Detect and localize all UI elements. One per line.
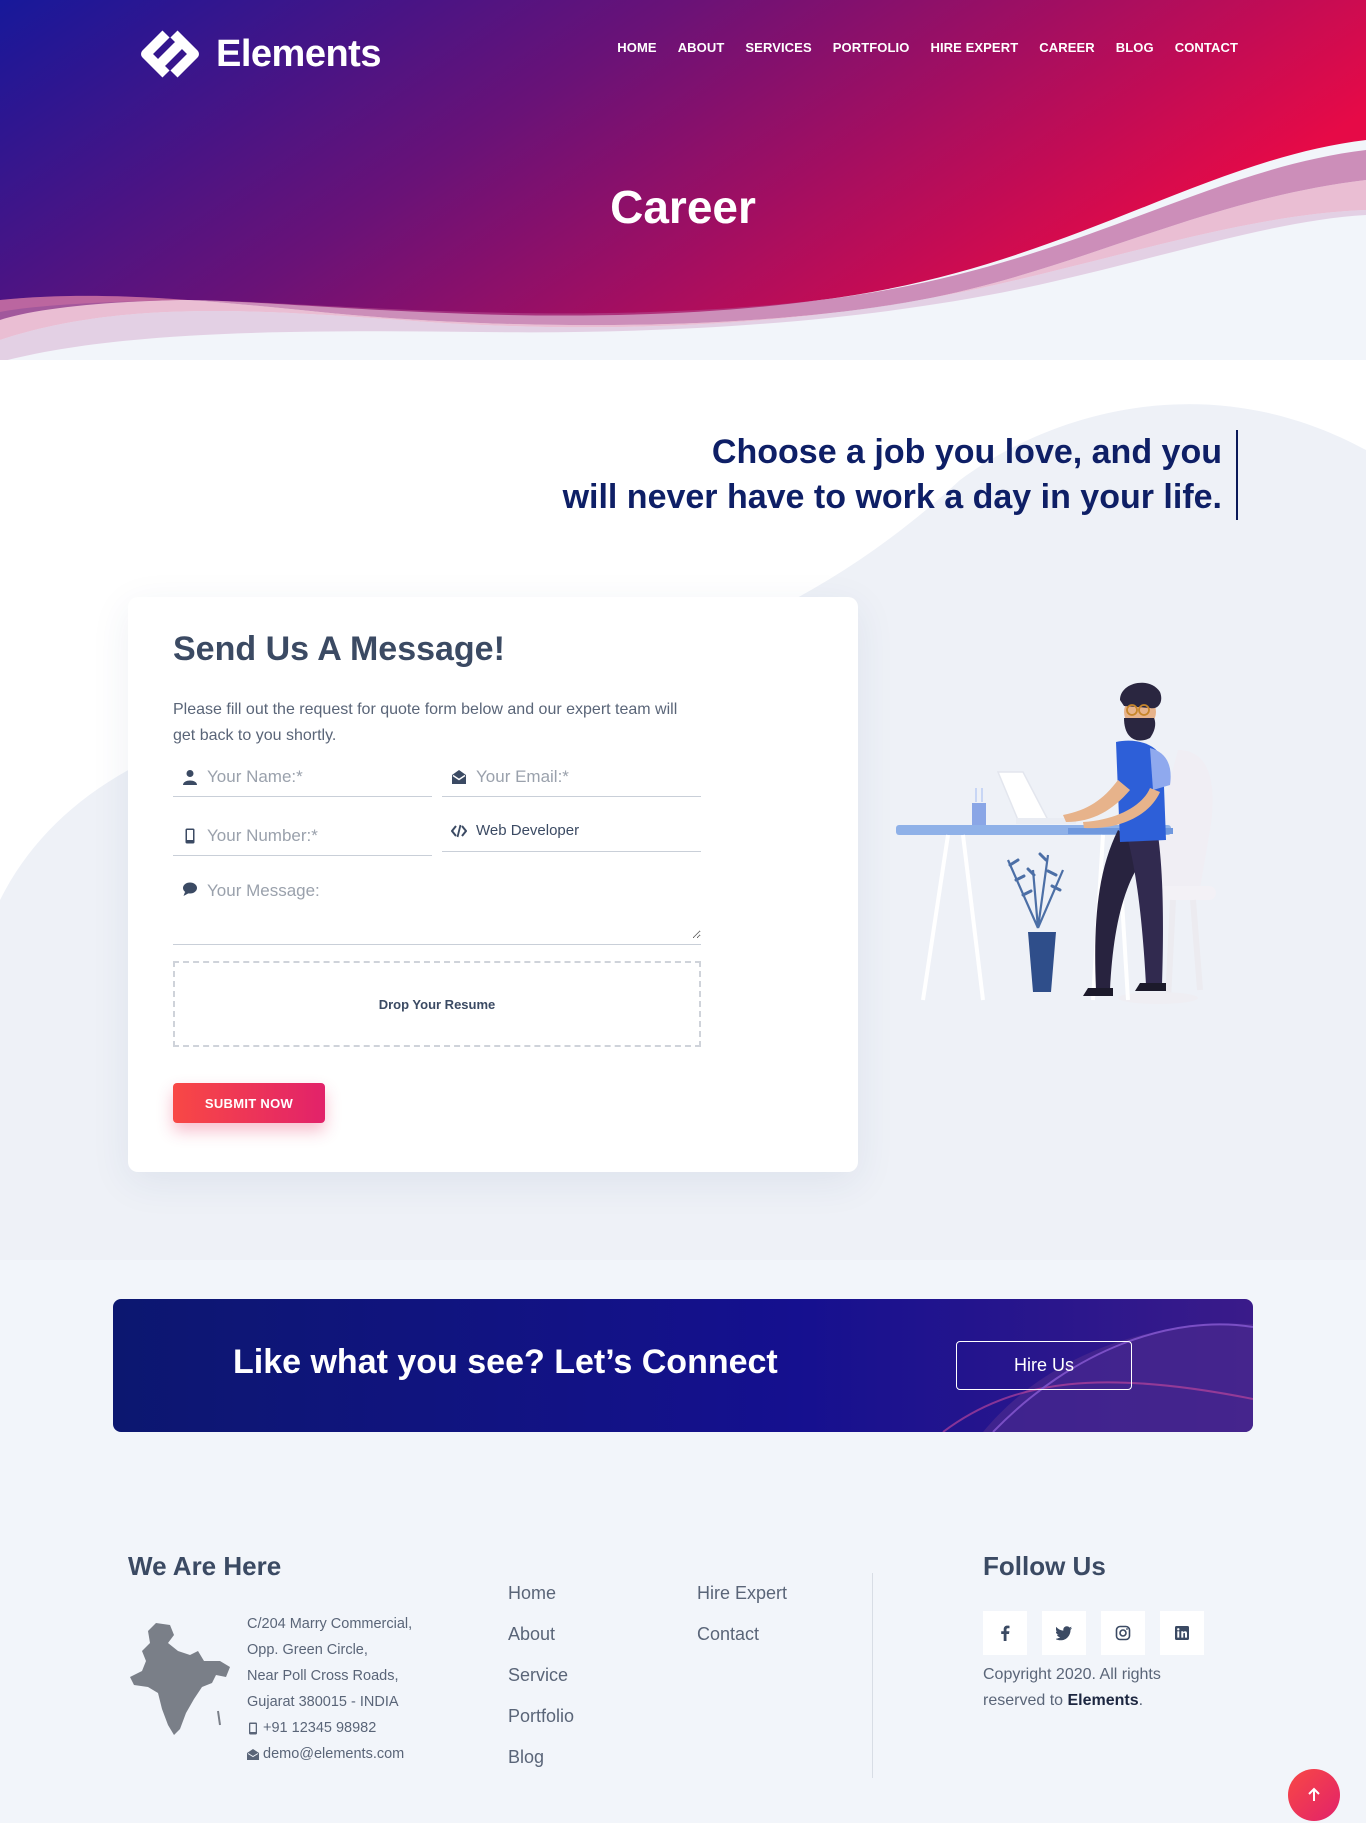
envelope-icon — [247, 1748, 259, 1760]
form-intro: Please fill out the request for quote fo… — [173, 701, 678, 744]
instagram-icon — [1115, 1625, 1131, 1641]
instagram-button[interactable] — [1101, 1611, 1145, 1655]
email-row[interactable]: demo@elements.com — [247, 1741, 412, 1767]
banner-title: Like what you see? Let’s Connect — [233, 1343, 778, 1381]
mobile-icon — [173, 828, 207, 844]
submit-button[interactable]: SUBMIT NOW — [173, 1083, 325, 1123]
message-input[interactable] — [207, 881, 701, 939]
location-heading: We Are Here — [128, 1551, 282, 1581]
copyright-brand[interactable]: Elements — [1067, 1692, 1138, 1709]
twitter-button[interactable] — [1042, 1611, 1086, 1655]
user-icon — [173, 769, 207, 785]
address-line-1: C/204 Marry Commercial, — [247, 1616, 413, 1632]
quote-line-2: will never have to work a day in your li… — [562, 478, 1222, 516]
india-map-icon — [130, 1623, 230, 1735]
nav-hire-expert[interactable]: HIRE EXPERT — [930, 40, 1018, 55]
follow-heading: Follow Us — [983, 1551, 1106, 1581]
nav-home[interactable]: HOME — [617, 40, 656, 55]
scroll-to-top-button[interactable] — [1288, 1769, 1340, 1821]
facebook-button[interactable] — [983, 1611, 1027, 1655]
footer-link-portfolio[interactable]: Portfolio — [508, 1706, 574, 1747]
connect-banner: Like what you see? Let’s Connect Hire Us — [113, 1299, 1253, 1432]
footer-link-hire-expert[interactable]: Hire Expert — [697, 1583, 787, 1624]
number-input[interactable] — [207, 825, 432, 846]
phone-number: +91 12345 98982 — [263, 1720, 377, 1736]
logo-text: Elements — [216, 32, 381, 75]
nav-contact[interactable]: CONTACT — [1175, 40, 1238, 55]
hero-header: Elements HOME ABOUT SERVICES PORTFOLIO H… — [0, 0, 1366, 370]
name-input[interactable] — [207, 766, 432, 787]
message-form-card: Send Us A Message! Please fill out the r… — [128, 597, 858, 1172]
resume-dropzone[interactable]: Drop Your Resume — [173, 961, 701, 1047]
position-value: Web Developer — [476, 822, 580, 839]
mobile-icon — [249, 1722, 257, 1734]
address-line-3: Near Poll Cross Roads, — [247, 1668, 399, 1684]
footer-links-col-1: Home About Service Portfolio Blog — [508, 1583, 574, 1788]
footer-link-about[interactable]: About — [508, 1624, 574, 1665]
page-title: Career — [610, 181, 756, 233]
linkedin-button[interactable] — [1160, 1611, 1204, 1655]
number-field — [173, 816, 432, 856]
email-address: demo@elements.com — [263, 1746, 405, 1762]
comment-icon — [173, 881, 207, 897]
nav-blog[interactable]: BLOG — [1116, 40, 1154, 55]
envelope-open-icon — [442, 769, 476, 785]
logo-icon — [141, 30, 199, 78]
phone-row[interactable]: +91 12345 98982 — [247, 1715, 412, 1741]
address-block: C/204 Marry Commercial, Opp. Green Circl… — [247, 1611, 412, 1767]
email-input[interactable] — [476, 766, 701, 787]
address-line-4: Gujarat 380015 - INDIA — [247, 1694, 399, 1710]
message-field — [173, 873, 701, 945]
nav-portfolio[interactable]: PORTFOLIO — [833, 40, 910, 55]
footer-link-home[interactable]: Home — [508, 1583, 574, 1624]
dropzone-label: Drop Your Resume — [378, 996, 496, 1012]
form-heading: Send Us A Message! — [173, 630, 505, 668]
nav-services[interactable]: SERVICES — [745, 40, 811, 55]
footer-link-contact[interactable]: Contact — [697, 1624, 787, 1665]
footer-links-col-2: Hire Expert Contact — [697, 1583, 787, 1665]
footer-link-blog[interactable]: Blog — [508, 1747, 574, 1788]
twitter-icon — [1056, 1626, 1072, 1641]
position-select[interactable]: Web Developer — [442, 810, 701, 852]
career-quote: Choose a job you love, and you will neve… — [563, 430, 1238, 520]
social-links — [983, 1611, 1204, 1655]
email-field — [442, 757, 701, 797]
name-field — [173, 757, 432, 797]
footer-link-service[interactable]: Service — [508, 1665, 574, 1706]
logo[interactable]: Elements — [132, 26, 381, 82]
linkedin-icon — [1175, 1626, 1189, 1640]
arrow-up-icon — [1308, 1787, 1320, 1801]
quote-line-1: Choose a job you love, and you — [711, 433, 1222, 471]
main-nav: HOME ABOUT SERVICES PORTFOLIO HIRE EXPER… — [617, 40, 1238, 55]
copyright-text: Copyright 2020. All rights reserved to E… — [983, 1662, 1203, 1714]
developer-illustration — [896, 682, 1216, 1004]
nav-about[interactable]: ABOUT — [678, 40, 725, 55]
code-icon — [442, 823, 476, 839]
hire-us-button[interactable]: Hire Us — [956, 1341, 1132, 1390]
address-line-2: Opp. Green Circle, — [247, 1642, 368, 1658]
facebook-icon — [1001, 1625, 1010, 1641]
copyright-suffix: . — [1138, 1692, 1144, 1709]
footer-divider — [872, 1573, 873, 1778]
nav-career[interactable]: CAREER — [1039, 40, 1095, 55]
